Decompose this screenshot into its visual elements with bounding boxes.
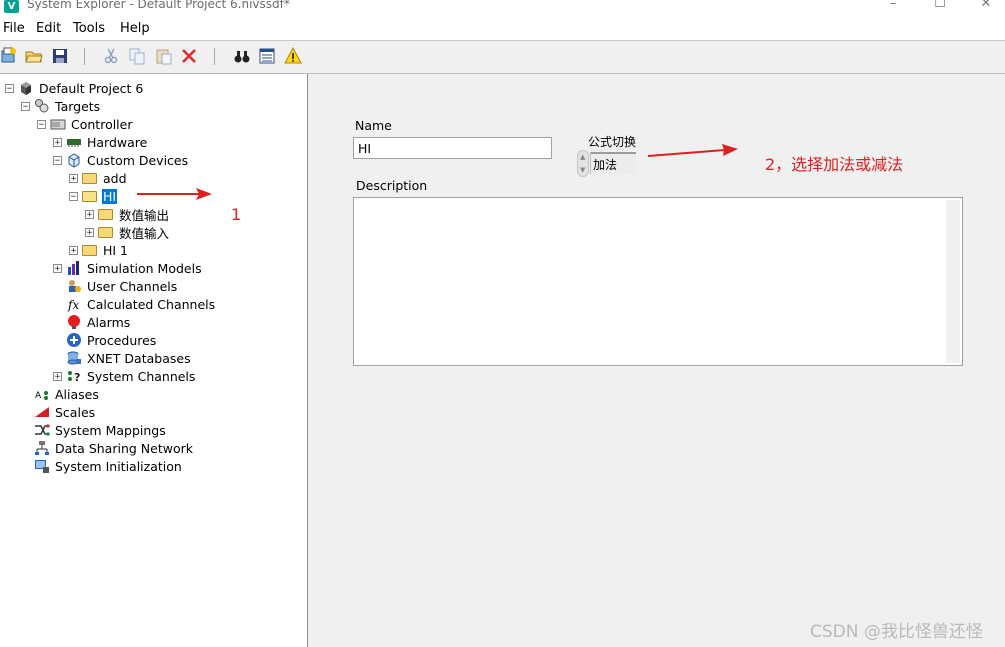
- annotation-layer: [137, 144, 738, 200]
- annotation-arrow-2: [647, 144, 738, 157]
- annotation-arrow-1: [137, 188, 212, 200]
- annotation-step-2: 2，选择加法或减法: [765, 155, 904, 174]
- annotation-step-1: 1: [231, 205, 242, 224]
- watermark: CSDN @我比怪兽还怪: [810, 622, 983, 642]
